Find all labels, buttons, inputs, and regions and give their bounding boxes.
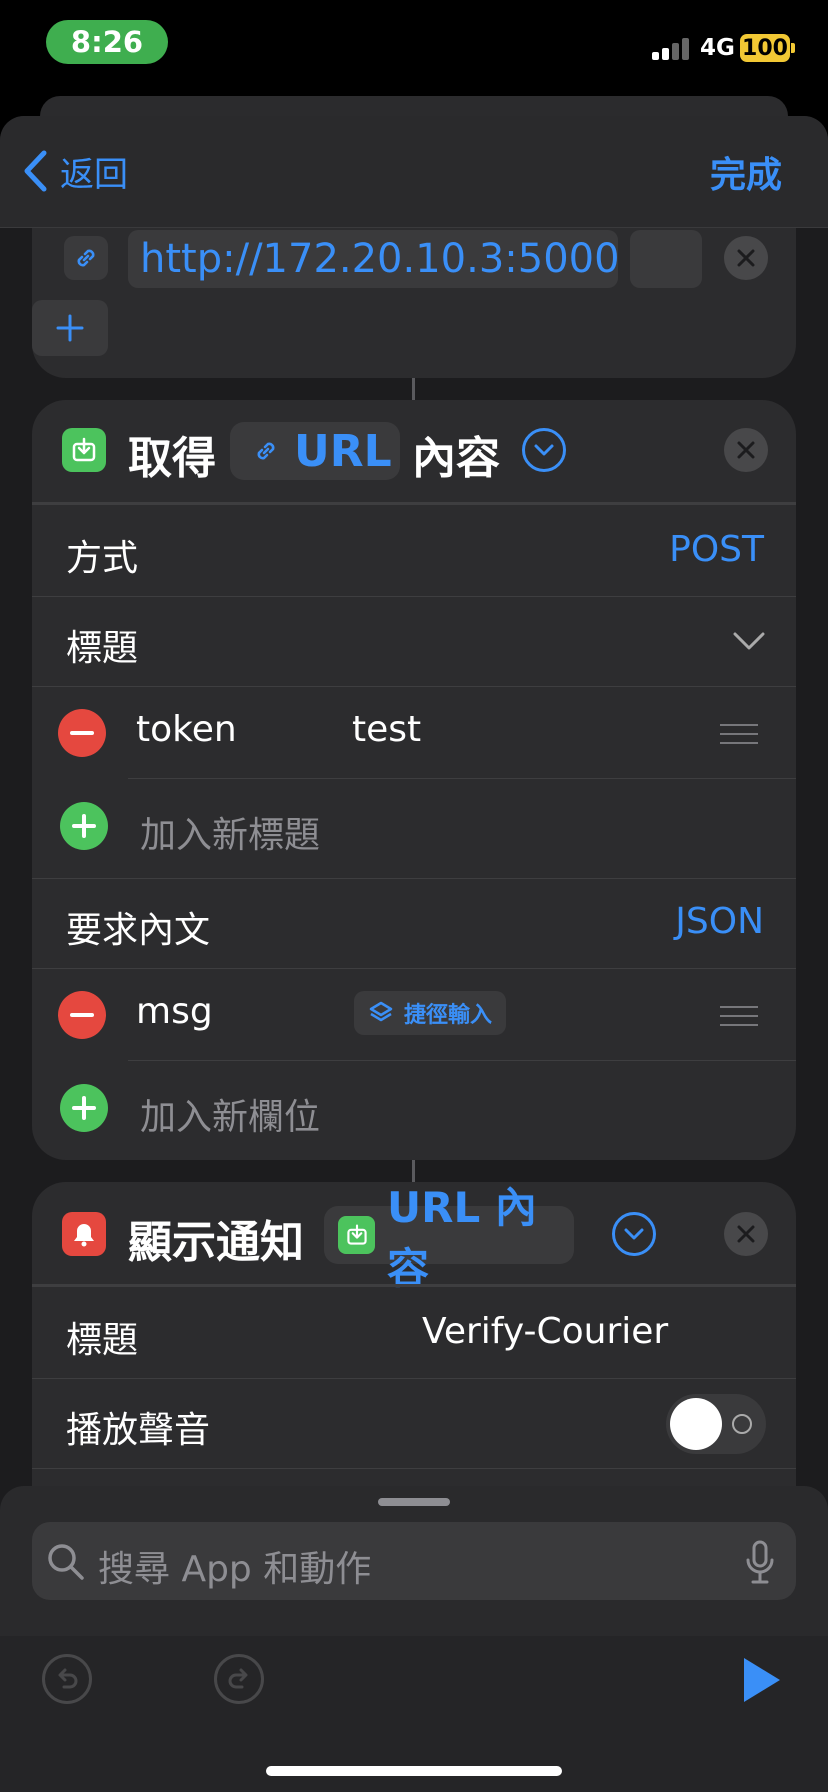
search-field[interactable]: 搜尋 App 和動作 [32,1522,796,1600]
plus-icon [72,1096,96,1120]
shortcut-input-label: 捷徑輸入 [404,1003,493,1028]
done-button[interactable]: 完成 [710,146,782,198]
field-item: msg 捷徑輸入 [32,968,796,1060]
download-icon [62,428,106,472]
remove-get-contents-button[interactable] [724,428,768,472]
link-icon [64,236,108,280]
play-icon [744,1658,780,1702]
play-sound-row: 播放聲音 [32,1378,796,1468]
undo-button[interactable] [42,1654,92,1704]
url-variable-chip[interactable]: URL [230,422,400,480]
redo-button[interactable] [214,1654,264,1704]
panel-grabber[interactable] [378,1498,450,1506]
status-time: 8:26 [46,20,168,64]
notification-bell-icon [62,1212,106,1256]
url-field[interactable]: http://172.20.10.3:5000 [128,230,620,288]
add-url-button[interactable] [32,300,108,356]
header-key[interactable]: token [136,709,237,750]
request-body-label: 要求內文 [66,910,211,951]
minus-icon [70,731,94,735]
divider [32,1468,796,1488]
add-header-button[interactable] [60,802,108,850]
request-body-row[interactable]: 要求內文 JSON [32,878,796,968]
back-label: 返回 [60,154,128,195]
remove-url-button[interactable] [724,236,768,280]
header-item: token test [32,686,796,778]
play-sound-toggle[interactable] [666,1394,766,1454]
chevron-left-icon [24,150,47,192]
expand-button[interactable] [522,428,566,472]
add-field-button[interactable] [60,1084,108,1132]
download-icon [338,1216,376,1254]
get-contents-title-right: 內容 [412,433,500,484]
network-type: 4G [700,35,735,61]
reorder-handle-icon[interactable] [720,1006,758,1033]
action-connector [412,378,415,400]
chevron-down-icon [534,444,554,456]
add-header-label[interactable]: 加入新標題 [140,806,320,858]
redo-icon [228,1668,248,1689]
layers-icon [369,1001,393,1022]
plus-icon [56,314,84,342]
minus-icon [70,1013,94,1017]
close-icon [737,441,755,459]
play-sound-label: 播放聲音 [66,1410,211,1451]
search-placeholder: 搜尋 App 和動作 [98,1549,372,1590]
url-empty-token[interactable] [630,230,702,288]
close-icon [737,1225,755,1243]
chevron-down-icon[interactable] [732,631,766,651]
back-button[interactable]: 返回 [22,146,128,196]
url-contents-chip-label: URL 內容 [387,1183,537,1293]
url-chip-label: URL [294,425,392,477]
remove-field-button[interactable] [58,991,106,1039]
method-value[interactable]: POST [669,529,764,570]
battery-icon [791,43,795,53]
notification-title-label: 標題 [66,1320,139,1361]
notification-title-value[interactable]: Verify-Courier [422,1311,668,1352]
remove-notification-button[interactable] [724,1212,768,1256]
get-contents-title-left: 取得 [128,433,216,484]
url-text: http://172.20.10.3:5000 [140,236,620,282]
add-field-label[interactable]: 加入新欄位 [140,1088,320,1140]
link-icon [257,442,275,460]
run-button[interactable] [736,1654,788,1706]
method-row[interactable]: 方式 POST [32,502,796,596]
undo-icon [58,1668,78,1689]
remove-header-button[interactable] [58,709,106,757]
notification-title: 顯示通知 [128,1217,304,1268]
request-body-value[interactable]: JSON [675,901,764,942]
shortcut-input-chip[interactable]: 捷徑輸入 [354,991,507,1035]
field-key[interactable]: msg [136,991,213,1032]
cellular-signal-icon [652,38,692,60]
headers-label: 標題 [66,628,139,669]
close-icon [737,249,755,267]
chevron-down-icon [624,1228,644,1240]
plus-icon [72,814,96,838]
search-icon [48,1544,84,1580]
header-value[interactable]: test [352,709,421,750]
notification-title-row[interactable]: 標題 Verify-Courier [32,1284,796,1378]
reorder-handle-icon[interactable] [720,724,758,751]
home-indicator [266,1766,562,1776]
battery-level: 100 [740,34,790,62]
method-label: 方式 [66,538,139,579]
microphone-icon[interactable] [744,1540,776,1584]
url-contents-chip[interactable]: URL 內容 [324,1183,574,1293]
headers-row[interactable]: 標題 [32,596,796,686]
expand-button[interactable] [612,1212,656,1256]
